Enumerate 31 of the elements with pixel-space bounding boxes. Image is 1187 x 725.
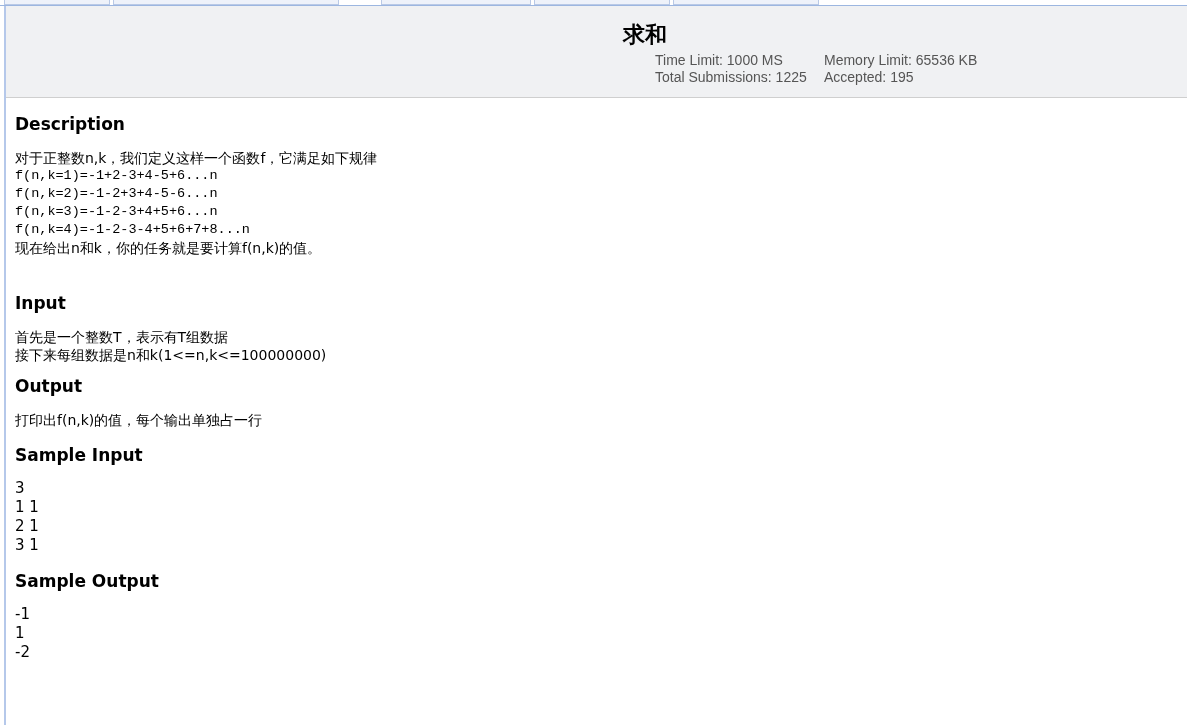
text-line: 打印出f(n,k)的值，每个输出单独占一行 xyxy=(15,411,264,429)
section-heading: Input xyxy=(15,293,67,313)
limit-info: Accepted: 195 xyxy=(824,69,915,85)
tab[interactable] xyxy=(381,0,531,5)
problem-title: 求和 xyxy=(621,21,668,49)
sample-line: 1 xyxy=(15,624,26,643)
sample-line: 3 xyxy=(15,479,26,498)
text-line: 接下来每组数据是n和k(1<=n,k<=100000000) xyxy=(15,346,328,364)
text-line: 首先是一个整数T，表示有T组数据 xyxy=(15,328,230,346)
tab[interactable] xyxy=(534,0,670,5)
sample-line: 2 1 xyxy=(15,517,40,536)
tab[interactable] xyxy=(4,0,110,5)
text-line: 现在给出n和k，你的任务就是要计算f(n,k)的值。 xyxy=(15,239,323,257)
formula-line: f(n,k=1)=-1+2-3+4-5+6...n xyxy=(15,167,219,185)
section-heading: Sample Input xyxy=(15,445,144,465)
section-heading: Output xyxy=(15,376,84,396)
sample-line: 3 1 xyxy=(15,536,40,555)
section-heading: Sample Output xyxy=(15,571,160,591)
tab[interactable] xyxy=(113,0,339,5)
sample-line: -1 xyxy=(15,605,31,624)
limit-info: Time Limit: 1000 MS xyxy=(655,52,784,68)
sample-line: -2 xyxy=(15,643,31,662)
formula-line: f(n,k=2)=-1-2+3+4-5-6...n xyxy=(15,185,219,203)
formula-line: f(n,k=4)=-1-2-3-4+5+6+7+8...n xyxy=(15,221,251,239)
limit-info: Total Submissions: 1225 xyxy=(655,69,808,85)
tab[interactable] xyxy=(673,0,819,5)
text-line: 对于正整数n,k，我们定义这样一个函数f，它满足如下规律 xyxy=(15,149,379,167)
section-heading: Description xyxy=(15,114,126,134)
formula-line: f(n,k=3)=-1-2-3+4+5+6...n xyxy=(15,203,219,221)
sample-line: 1 1 xyxy=(15,498,40,517)
limit-info: Memory Limit: 65536 KB xyxy=(824,52,978,68)
